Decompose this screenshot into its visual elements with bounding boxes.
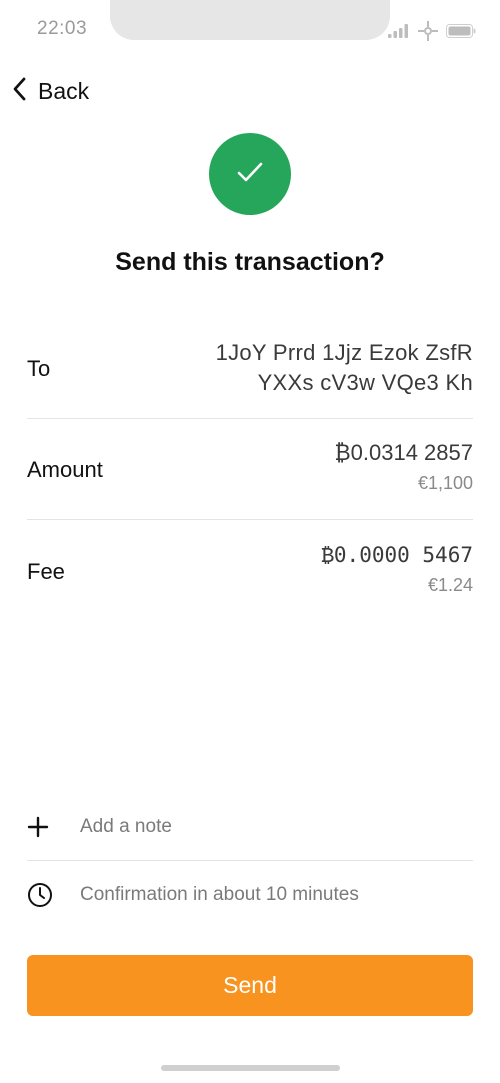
status-icons [388,20,476,42]
divider [27,860,473,861]
chevron-left-icon [10,76,30,107]
status-bar: 22:03 [0,0,500,60]
to-label: To [27,356,51,381]
amount-btc: ₿0.0314 2857 [334,440,473,465]
battery-icon [446,24,476,38]
confirmation-info: Confirmation in about 10 minutes [27,875,473,915]
amount-label: Amount [27,457,103,482]
add-note-label: Add a note [80,816,172,837]
fee-fiat: €1.24 [427,575,473,595]
recipient-address: 1JoY Prrd 1Jjz Ezok ZsfR YXXs cV3w VQe3 … [216,338,473,398]
add-note-button[interactable]: Add a note [27,807,473,847]
status-time: 22:03 [37,18,88,39]
back-label: Back [38,77,90,104]
page-title: Send this transaction? [115,248,385,276]
signal-icon [388,24,410,38]
confirmation-label: Confirmation in about 10 minutes [80,884,359,905]
network-icon [418,21,438,41]
detail-row-fee: Fee ₿0.0000 5467 €1.24 [27,540,473,620]
address-line-1: 1JoY Prrd 1Jjz Ezok ZsfR [215,340,473,365]
amount-fiat: €1,100 [417,473,473,493]
send-button[interactable]: Send [27,955,473,1016]
device-notch [110,0,390,40]
success-badge [209,133,291,215]
fee-btc: ₿0.0000 5467 [321,543,473,567]
plus-icon [27,807,67,847]
address-line-2: YXXs cV3w VQe3 Kh [257,370,473,395]
back-button[interactable]: Back [10,72,89,110]
detail-row-amount: Amount ₿0.0314 2857 €1,100 [27,438,473,518]
divider [27,418,473,419]
clock-icon [27,875,67,915]
checkmark-icon [235,159,265,190]
detail-row-to: To 1JoY Prrd 1Jjz Ezok ZsfR YXXs cV3w VQ… [27,338,473,418]
fee-label: Fee [27,559,65,584]
fee-value: ₿0.0000 5467 €1.24 [321,540,473,600]
divider [27,519,473,520]
home-indicator [161,1065,340,1071]
amount-value: ₿0.0314 2857 €1,100 [334,438,473,498]
